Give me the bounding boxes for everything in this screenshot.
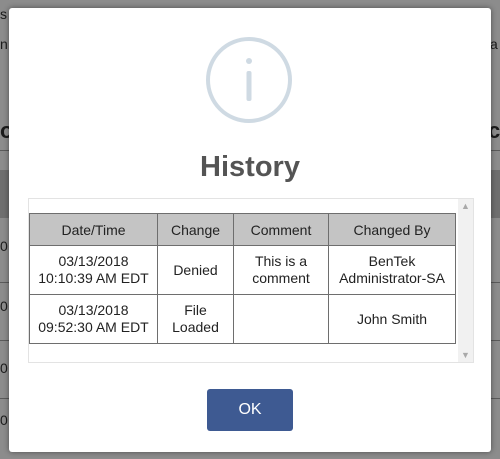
background-header [491, 170, 500, 218]
background-text: s [0, 6, 7, 22]
history-table-container[interactable]: Date/Time Change Comment Changed By 03/1… [28, 198, 474, 363]
date-text: 03/13/2018 [58, 302, 129, 318]
column-header-date-time: Date/Time [29, 213, 158, 246]
change-text: Loaded [172, 319, 219, 335]
cell-date-time: 03/13/2018 10:10:39 AM EDT [29, 245, 158, 295]
column-header-changed-by: Changed By [328, 213, 456, 246]
column-header-comment: Comment [233, 213, 329, 246]
table-row: 03/13/2018 09:52:30 AM EDT File Loaded J… [29, 294, 456, 344]
column-header-change: Change [157, 213, 234, 246]
time-text: 10:10:39 AM EDT [38, 270, 149, 286]
table-header-row: Date/Time Change Comment Changed By [29, 213, 456, 246]
background-text: 0 [0, 360, 8, 376]
background-text: 0 [0, 298, 8, 314]
comment-text: This is a [254, 253, 308, 269]
history-dialog: History Date/Time Change Comment Changed… [9, 8, 491, 452]
cell-comment [233, 294, 329, 344]
cell-changed-by: John Smith [328, 294, 456, 344]
background-header [0, 170, 9, 218]
cell-date-time: 03/13/2018 09:52:30 AM EDT [29, 294, 158, 344]
change-text: File [184, 302, 207, 318]
cell-change: File Loaded [157, 294, 234, 344]
cell-comment: This is a comment [233, 245, 329, 295]
background-text: a [490, 36, 498, 52]
dialog-title: History [200, 151, 300, 183]
vertical-scrollbar[interactable]: ▲ ▼ [458, 199, 473, 362]
changed-by-text: John Smith [356, 310, 428, 327]
cell-changed-by: BenTek Administrator-SA [328, 245, 456, 295]
table-row: 03/13/2018 10:10:39 AM EDT Denied This i… [29, 245, 456, 295]
time-text: 09:52:30 AM EDT [38, 319, 149, 335]
background-text: 0 [0, 412, 8, 428]
changed-by-text: BenTek [368, 253, 416, 269]
changed-by-text: Administrator-SA [339, 270, 445, 286]
scroll-down-arrow-icon[interactable]: ▼ [458, 348, 473, 362]
change-text: Denied [173, 261, 218, 278]
ok-button[interactable]: OK [207, 389, 293, 431]
cell-change: Denied [157, 245, 234, 295]
date-text: 03/13/2018 [58, 253, 129, 269]
scroll-up-arrow-icon[interactable]: ▲ [458, 199, 473, 213]
history-table: Date/Time Change Comment Changed By 03/1… [29, 213, 456, 344]
comment-text: comment [252, 270, 310, 286]
background-text: 0 [0, 238, 8, 254]
info-icon [206, 37, 292, 123]
background-text: n [0, 36, 8, 52]
